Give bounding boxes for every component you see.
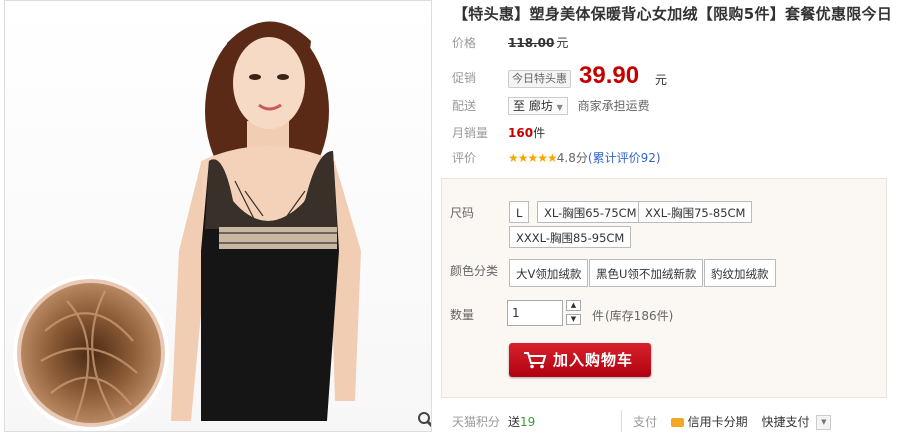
cart-icon: [524, 352, 547, 369]
price-label: 价格: [452, 36, 477, 50]
color-option-leopard[interactable]: 豹纹加绒款: [704, 259, 776, 287]
promo-price: 39.90: [579, 62, 640, 89]
shipping-destination: 至 廊坊: [513, 99, 553, 113]
product-title: 【特头惠】塑身美体保暖背心女加绒【限购5件】套餐优惠限今日: [453, 5, 893, 23]
credit-installment-link[interactable]: 信用卡分期: [688, 415, 748, 429]
quantity-input[interactable]: [507, 300, 563, 326]
points-value: 19: [520, 415, 536, 429]
stock-note: (库存186件): [605, 309, 674, 323]
size-label: 尺码: [450, 206, 475, 220]
points-row: 天猫积分 送19: [452, 414, 535, 430]
sku-panel: 尺码 L XL-胸围65-75CM XXL-胸围75-85CM XXXL-胸围8…: [441, 178, 887, 398]
promo-label: 促销: [452, 71, 477, 85]
size-option-l[interactable]: L: [509, 201, 530, 223]
color-label: 颜色分类: [450, 264, 499, 278]
quick-pay-dropdown[interactable]: ▼: [816, 415, 832, 430]
add-to-cart-label: 加入购物车: [553, 351, 634, 369]
color-option-black-u[interactable]: 黑色U领不加绒新款: [589, 259, 704, 287]
color-option-v-neck[interactable]: 大V领加绒款: [509, 259, 589, 287]
quantity-increase-button[interactable]: ▲: [566, 300, 581, 311]
payment-label: 支付: [633, 415, 658, 429]
quantity-decrease-button[interactable]: ▼: [566, 314, 581, 325]
shipping-destination-select[interactable]: 至 廊坊 ▼: [508, 97, 568, 115]
shipping-row: 配送 至 廊坊 ▼ 商家承担运费: [452, 96, 650, 116]
zoom-icon[interactable]: [417, 411, 432, 429]
rating-label: 评价: [452, 151, 477, 165]
shipping-note: 商家承担运费: [577, 99, 650, 113]
sales-label: 月销量: [452, 126, 489, 140]
promo-price-unit: 元: [655, 73, 668, 87]
divider: [621, 410, 622, 432]
rating-row: 评价 ★★★★★4.8分(累计评价92): [452, 148, 661, 168]
review-count-link[interactable]: (累计评价92): [588, 151, 661, 165]
price-unit: 元: [556, 36, 569, 50]
chevron-down-icon: ▼: [570, 315, 577, 323]
add-to-cart-button[interactable]: 加入购物车: [509, 343, 651, 377]
original-price: 118.00: [508, 36, 555, 50]
sales-count: 160: [508, 126, 534, 140]
price-row: 价格 118.00 元: [452, 33, 568, 53]
chevron-down-icon: ▼: [556, 103, 563, 112]
promo-row: 促销 今日特头惠: [452, 68, 571, 88]
quick-pay-label[interactable]: 快捷支付: [762, 415, 810, 429]
shipping-label: 配送: [452, 99, 477, 113]
rating-stars: ★★★★★: [508, 151, 558, 165]
points-label: 天猫积分: [452, 415, 501, 429]
points-prefix: 送: [508, 415, 521, 429]
product-image[interactable]: [4, 0, 432, 432]
chevron-up-icon: ▲: [570, 301, 577, 309]
sales-row: 月销量 160件: [452, 123, 545, 143]
promo-tag: 今日特头惠: [508, 70, 571, 88]
payment-row: 支付 信用卡分期 快捷支付 ▼: [633, 414, 832, 430]
sales-unit: 件: [533, 126, 546, 140]
size-option-xxl[interactable]: XXL-胸围75-85CM: [638, 201, 753, 223]
quantity-label: 数量: [450, 308, 475, 322]
size-option-xxxl[interactable]: XXXL-胸围85-95CM: [509, 226, 632, 248]
credit-card-icon: [670, 418, 684, 427]
stock-unit: 件: [592, 309, 605, 323]
rating-score: 4.8分: [556, 151, 588, 165]
size-option-xl[interactable]: XL-胸围65-75CM: [537, 201, 644, 223]
chevron-down-icon: ▼: [821, 418, 827, 426]
